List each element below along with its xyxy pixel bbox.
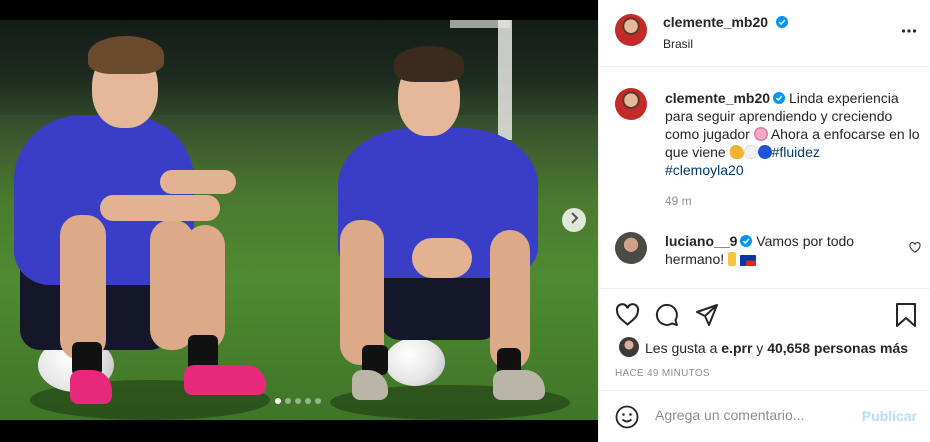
photo-goal-post bbox=[498, 20, 512, 140]
heart-icon bbox=[909, 240, 921, 257]
carousel-dot bbox=[295, 398, 301, 404]
likes-prefix: Les gusta a bbox=[645, 340, 718, 356]
more-options-button[interactable] bbox=[901, 24, 917, 43]
carousel-dot bbox=[305, 398, 311, 404]
more-horizontal-icon bbox=[901, 25, 917, 42]
post-actions: Les gusta a e.prr y 40,658 personas más … bbox=[599, 288, 930, 390]
carousel-dot bbox=[285, 398, 291, 404]
comment-input[interactable] bbox=[655, 407, 855, 423]
post-sidebar: clemente_mb20 Brasil clemente_mb20 Linda… bbox=[598, 0, 930, 442]
post-time-ago[interactable]: HACE 49 MINUTOS bbox=[615, 368, 710, 379]
publish-button[interactable]: Publicar bbox=[862, 408, 917, 424]
hashtag-link[interactable]: #fluidez bbox=[772, 144, 820, 160]
bookmark-icon bbox=[895, 303, 917, 331]
white-circle-emoji-icon bbox=[743, 145, 758, 159]
verified-badge-icon bbox=[773, 92, 786, 104]
post-caption: clemente_mb20 Linda experiencia para seg… bbox=[665, 89, 921, 179]
blue-circle-emoji-icon bbox=[757, 145, 772, 159]
smiley-icon bbox=[615, 405, 639, 433]
save-button[interactable] bbox=[895, 303, 917, 332]
chevron-right-icon bbox=[569, 211, 579, 229]
comment-like-button[interactable] bbox=[909, 240, 921, 258]
caption-author-avatar[interactable] bbox=[615, 88, 647, 120]
chile-flag-emoji-icon bbox=[739, 255, 756, 266]
comment-item: luciano__9 Vamos por todo hermano! bbox=[665, 232, 901, 268]
post-location[interactable]: Brasil bbox=[663, 37, 788, 51]
author-avatar[interactable] bbox=[615, 14, 647, 46]
post-header: clemente_mb20 Brasil bbox=[599, 0, 930, 67]
likes-joiner: y bbox=[756, 340, 764, 356]
share-button[interactable] bbox=[695, 303, 719, 332]
verified-badge-icon bbox=[775, 16, 788, 28]
post-media[interactable] bbox=[0, 0, 598, 442]
liker-username[interactable]: e.prr bbox=[721, 340, 752, 356]
hashtag-link[interactable]: #clemoyla20 bbox=[665, 162, 744, 178]
football-right bbox=[385, 338, 445, 386]
comment-bubble-icon bbox=[655, 303, 679, 331]
next-slide-button[interactable] bbox=[562, 208, 586, 232]
caption-username[interactable]: clemente_mb20 bbox=[665, 90, 770, 106]
post-photo[interactable] bbox=[0, 20, 598, 420]
carousel-dot-active bbox=[275, 398, 281, 404]
commenter-username[interactable]: luciano__9 bbox=[665, 233, 737, 249]
comment-button[interactable] bbox=[655, 303, 679, 332]
comments-list[interactable]: clemente_mb20 Linda experiencia para seg… bbox=[599, 67, 930, 288]
like-button[interactable] bbox=[615, 303, 640, 331]
likes-count-link[interactable]: 40,658 personas más bbox=[767, 340, 908, 356]
liker-avatar[interactable] bbox=[619, 337, 639, 357]
carousel-dot bbox=[315, 398, 321, 404]
commenter-avatar[interactable] bbox=[615, 232, 647, 264]
author-info: clemente_mb20 Brasil bbox=[663, 14, 788, 51]
carousel-indicator bbox=[275, 398, 321, 404]
caption-timestamp[interactable]: 49 m bbox=[665, 194, 692, 208]
flexed-biceps-emoji-icon bbox=[729, 145, 744, 159]
add-comment-bar: Publicar bbox=[599, 390, 930, 442]
author-username[interactable]: clemente_mb20 bbox=[663, 14, 768, 30]
brain-emoji-icon bbox=[753, 127, 768, 141]
likes-summary: Les gusta a e.prr y 40,658 personas más bbox=[645, 340, 908, 356]
paper-plane-icon bbox=[695, 304, 719, 331]
lightning-emoji-icon bbox=[728, 252, 737, 266]
verified-badge-icon bbox=[740, 235, 753, 247]
heart-icon bbox=[615, 303, 640, 330]
emoji-picker-button[interactable] bbox=[615, 405, 639, 434]
